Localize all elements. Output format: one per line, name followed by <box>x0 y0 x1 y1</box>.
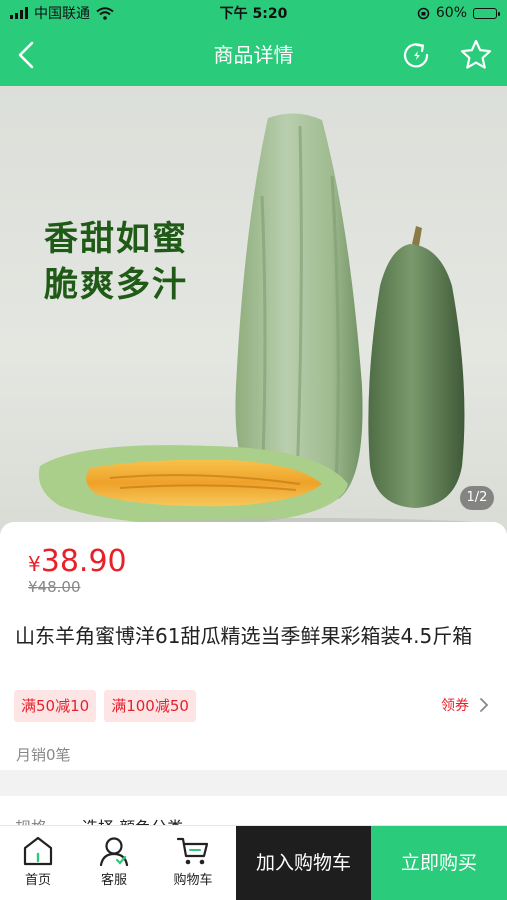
carousel-page-indicator: 1/2 <box>460 486 494 510</box>
cart-icon <box>176 837 209 865</box>
add-to-cart-button[interactable]: 加入购物车 <box>236 826 371 900</box>
melon-illustration <box>38 113 500 534</box>
status-left: 中国联通 <box>10 3 180 23</box>
get-coupon-link[interactable]: 领券 <box>441 695 489 715</box>
tab-label: 首页 <box>24 873 51 888</box>
monthly-sales: 月销0笔 <box>16 746 71 764</box>
coupon-tag[interactable]: 满50减10 <box>14 690 97 722</box>
refresh-icon[interactable] <box>400 39 432 71</box>
star-icon[interactable] <box>459 38 493 72</box>
customer-service-icon <box>99 837 129 866</box>
currency-symbol: ¥ <box>28 552 41 576</box>
coupon-tag[interactable]: 满100减50 <box>104 690 196 722</box>
carrier-name: 中国联通 <box>34 6 90 22</box>
tab-home[interactable]: 首页 <box>0 826 76 900</box>
price-value: 38.90 <box>40 544 127 579</box>
status-time: 下午 5:20 <box>219 6 288 22</box>
tab-cart[interactable]: 购物车 <box>155 826 231 900</box>
product-title: 山东羊角蜜博洋61甜瓜精选当季鲜果彩箱装4.5斤箱 <box>15 624 473 648</box>
slogan-line: 脆爽多汁 <box>44 265 188 305</box>
chevron-right-icon <box>480 698 489 712</box>
current-price: ¥38.90 <box>28 544 127 579</box>
tab-customer-service[interactable]: 客服 <box>76 826 152 900</box>
status-right: 60% <box>327 5 500 21</box>
get-coupon-label: 领券 <box>441 698 469 714</box>
tab-label: 客服 <box>100 873 127 888</box>
battery-percent: 60% <box>435 5 467 21</box>
battery-icon <box>473 7 500 19</box>
bottom-action-bar: 首页 客服 购物车 加入购物车 立即购买 <box>0 825 507 900</box>
home-icon <box>23 836 53 866</box>
product-image-carousel[interactable]: 香甜如蜜 脆爽多汁 1/2 <box>0 86 507 534</box>
coupon-list: 满50减10 满100减50 <box>14 690 196 722</box>
chevron-left-icon[interactable] <box>12 39 42 71</box>
tab-label: 购物车 <box>173 873 213 888</box>
buy-now-button[interactable]: 立即购买 <box>371 826 507 900</box>
orientation-lock-icon <box>417 7 430 19</box>
wifi-icon <box>96 6 114 20</box>
original-price: ¥48.00 <box>28 578 81 596</box>
product-info-card: ¥38.90 ¥48.00 山东羊角蜜博洋61甜瓜精选当季鲜果彩箱装4.5斤箱 … <box>0 522 507 770</box>
status-bar: 中国联通 下午 5:20 60% <box>0 0 507 26</box>
nav-bar: 商品详情 <box>0 26 507 86</box>
signal-icon <box>10 7 28 19</box>
slogan-line: 香甜如蜜 <box>44 219 188 259</box>
hero-slogan: 香甜如蜜 脆爽多汁 <box>44 216 188 308</box>
